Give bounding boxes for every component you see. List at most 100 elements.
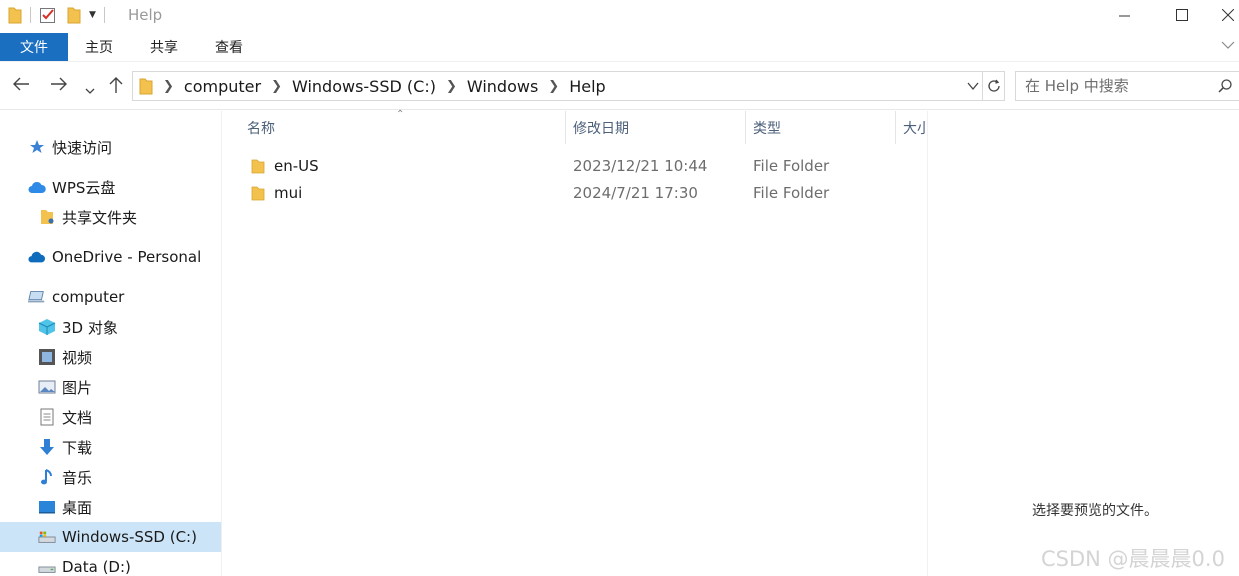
- column-divider[interactable]: [895, 111, 896, 144]
- nav-pictures[interactable]: 图片: [38, 373, 92, 401]
- column-divider[interactable]: [745, 111, 746, 144]
- breadcrumb-chevron-icon[interactable]: ❯: [271, 79, 282, 94]
- table-row[interactable]: en-US 2023/12/21 10:44 File Folder: [243, 153, 903, 179]
- nav-item-label: 文档: [62, 408, 93, 427]
- tab-share[interactable]: 共享: [150, 33, 178, 61]
- file-list: ⌃ 名称 修改日期 类型 大小 en-US 2023/12/21 10:44 F…: [223, 109, 928, 576]
- nav-item-label: 共享文件夹: [62, 208, 138, 227]
- drive-d-icon: [38, 558, 56, 576]
- nav-downloads[interactable]: 下载: [38, 433, 92, 461]
- column-header-type[interactable]: 类型: [753, 111, 895, 144]
- back-button[interactable]: [12, 76, 30, 97]
- nav-item-label: Data (D:): [62, 558, 131, 576]
- cube-icon: [38, 318, 56, 336]
- quick-access-toolbar: ▼: [8, 6, 113, 24]
- nav-desktop[interactable]: 桌面: [38, 493, 92, 521]
- nav-item-label: 3D 对象: [62, 318, 118, 337]
- nav-item-label: Windows-SSD (C:): [62, 528, 197, 546]
- nav-3d-objects[interactable]: 3D 对象: [38, 313, 118, 341]
- chevron-down-icon[interactable]: [966, 78, 980, 94]
- nav-item-label: 音乐: [62, 468, 93, 487]
- address-bar[interactable]: ❯ computer ❯ Windows-SSD (C:) ❯ Windows …: [132, 71, 1005, 101]
- nav-shared-folder[interactable]: 共享文件夹: [38, 203, 137, 231]
- star-icon: [28, 138, 46, 156]
- nav-quick-access[interactable]: 快速访问: [28, 133, 112, 161]
- nav-item-label: 视频: [62, 348, 93, 367]
- nav-onedrive[interactable]: OneDrive - Personal: [28, 243, 201, 271]
- toolbar-divider: [30, 7, 31, 23]
- nav-wps-cloud[interactable]: WPS云盘: [28, 173, 115, 201]
- up-button[interactable]: [108, 76, 124, 99]
- maximize-icon: [1176, 9, 1188, 21]
- file-name[interactable]: en-US: [274, 153, 319, 179]
- breadcrumb-computer[interactable]: computer: [184, 77, 261, 96]
- window-title: Help: [128, 6, 163, 24]
- preview-message: 选择要预览的文件。: [1032, 503, 1158, 519]
- column-header-name[interactable]: 名称: [247, 111, 565, 144]
- nav-music[interactable]: 音乐: [38, 463, 92, 491]
- drive-c-icon: [38, 528, 56, 546]
- folder-icon: [251, 180, 265, 206]
- document-icon: [38, 408, 56, 426]
- breadcrumb-help[interactable]: Help: [569, 77, 605, 96]
- properties-icon[interactable]: [39, 6, 57, 24]
- nav-item-label: WPS云盘: [52, 178, 116, 197]
- new-folder-icon[interactable]: [67, 6, 81, 24]
- folder-icon: [8, 7, 22, 24]
- recent-locations-button[interactable]: [85, 80, 95, 100]
- nav-drive-d[interactable]: Data (D:): [38, 553, 131, 576]
- file-type: File Folder: [753, 157, 830, 175]
- column-header-size[interactable]: 大小: [903, 111, 927, 144]
- nav-documents[interactable]: 文档: [38, 403, 92, 431]
- file-modified: 2023/12/21 10:44: [573, 157, 708, 175]
- nav-computer[interactable]: computer: [28, 283, 124, 311]
- nav-item-label: 图片: [62, 378, 93, 397]
- search-icon[interactable]: [1218, 79, 1232, 93]
- computer-icon: [28, 288, 46, 306]
- chevron-down-icon[interactable]: ▼: [89, 10, 96, 20]
- column-divider[interactable]: [565, 111, 566, 144]
- toolbar-divider: [103, 7, 105, 23]
- nav-videos[interactable]: 视频: [38, 343, 92, 371]
- minimize-button[interactable]: [1101, 0, 1147, 30]
- ribbon-tabs: 文件 主页 共享 查看: [0, 32, 1239, 62]
- folder-icon: [251, 153, 265, 179]
- breadcrumb-chevron-icon[interactable]: ❯: [163, 79, 174, 94]
- shared-folder-icon: [38, 208, 56, 226]
- refresh-icon: [987, 79, 1000, 92]
- folder-icon: [139, 78, 153, 95]
- cloud-icon: [28, 178, 46, 196]
- search-box[interactable]: [1015, 71, 1239, 101]
- file-type: File Folder: [753, 184, 830, 202]
- breadcrumb-chevron-icon[interactable]: ❯: [446, 79, 457, 94]
- video-icon: [38, 348, 56, 366]
- onedrive-cloud-icon: [28, 248, 46, 266]
- download-icon: [38, 438, 56, 456]
- search-input[interactable]: [1016, 72, 1216, 100]
- chevron-down-icon: [85, 88, 95, 94]
- close-button[interactable]: [1216, 0, 1239, 30]
- nav-drive-c[interactable]: Windows-SSD (C:): [0, 522, 221, 552]
- file-name[interactable]: mui: [274, 180, 302, 206]
- nav-item-label: 桌面: [62, 498, 93, 517]
- nav-item-label: computer: [52, 288, 125, 306]
- tab-home[interactable]: 主页: [85, 33, 113, 61]
- tab-view[interactable]: 查看: [215, 33, 243, 61]
- picture-icon: [38, 378, 56, 396]
- tab-file[interactable]: 文件: [0, 33, 68, 61]
- breadcrumb-chevron-icon[interactable]: ❯: [548, 79, 559, 94]
- column-header-modified[interactable]: 修改日期: [573, 111, 745, 144]
- forward-button[interactable]: [50, 76, 68, 97]
- navigation-bar: ❯ computer ❯ Windows-SSD (C:) ❯ Windows …: [0, 64, 1239, 110]
- arrow-up-icon: [109, 77, 123, 93]
- nav-item-label: 快速访问: [52, 138, 113, 157]
- breadcrumb-windows[interactable]: Windows: [467, 77, 538, 96]
- maximize-button[interactable]: [1159, 0, 1205, 30]
- navigation-pane: 快速访问 WPS云盘 共享文件夹 OneDrive - Personal com…: [0, 111, 222, 576]
- refresh-button[interactable]: [982, 72, 1004, 100]
- expand-ribbon-icon[interactable]: [1221, 40, 1235, 50]
- table-row[interactable]: mui 2024/7/21 17:30 File Folder: [243, 180, 903, 206]
- minimize-icon: [1118, 15, 1130, 16]
- breadcrumb-drive-c[interactable]: Windows-SSD (C:): [292, 77, 436, 96]
- nav-item-label: OneDrive - Personal: [52, 248, 202, 266]
